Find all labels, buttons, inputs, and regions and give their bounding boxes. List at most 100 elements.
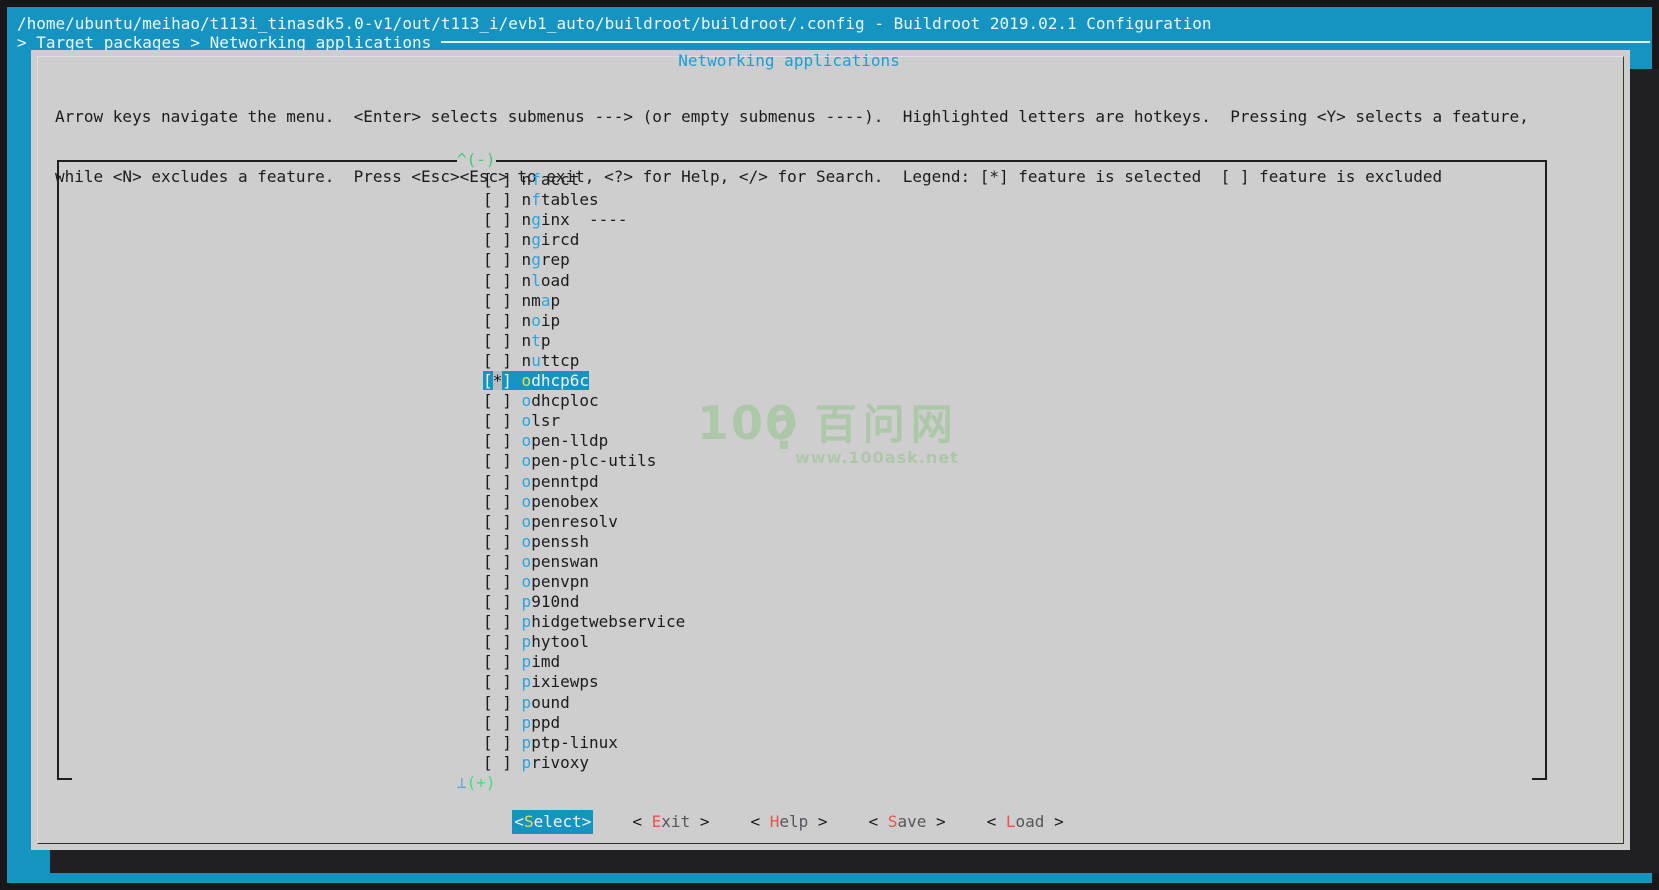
item-hotkey: f [531,190,541,209]
button-hotkey: L [1006,812,1016,831]
checkbox: [ ] [483,552,512,571]
item-label: nuttcp [522,351,580,370]
item-hotkey: p [522,612,532,631]
networking-applications-dialog: Networking applications Arrow keys navig… [31,50,1630,850]
item-hotkey: g [531,230,541,249]
menu-item-open-plc-utils[interactable]: [ ] open-plc-utils [457,451,685,471]
item-hotkey: p [522,693,532,712]
checkbox: [ ] [483,311,512,330]
menu-rows: ^(-)[ ] nfacct[ ] nftables[ ] nginx ----… [457,150,685,793]
help-button[interactable]: < Help > [748,810,829,834]
item-hotkey: g [531,250,541,269]
item-label: p910nd [522,592,580,611]
item-hotkey: u [531,351,541,370]
checkbox: [ ] [483,672,512,691]
menuconfig-screen: /home/ubuntu/meihao/t113i_tinasdk5.0-v1/… [0,0,1659,890]
checkbox: [ ] [483,210,512,229]
menu-item-p910nd[interactable]: [ ] p910nd [457,592,685,612]
item-label: nfacct [522,170,580,189]
item-hotkey: o [522,411,532,430]
item-label: odhcp6c [522,371,589,390]
menu-item-openssh[interactable]: [ ] openssh [457,532,685,552]
item-label: pptp-linux [522,733,618,752]
item-hotkey: t [531,331,541,350]
checkbox: [ ] [483,271,512,290]
item-hotkey: o [522,552,532,571]
select-button[interactable]: <Select> [512,810,593,834]
checkbox: [ ] [483,512,512,531]
menu-list-box [57,160,1547,780]
item-label: open-lldp [522,431,609,450]
item-label: ngrep [522,250,570,269]
menu-item-openobex[interactable]: [ ] openobex [457,492,685,512]
item-hotkey: p [522,713,532,732]
menu-item-pppd[interactable]: [ ] pppd [457,713,685,733]
menu-item-nuttcp[interactable]: [ ] nuttcp [457,351,685,371]
item-label: pound [522,693,570,712]
menu-item-open-lldp[interactable]: [ ] open-lldp [457,431,685,451]
scroll-down-indicator-icon: ⊥ [457,773,467,792]
item-label: openntpd [522,472,599,491]
item-label: openssh [522,532,589,551]
menu-item-nftables[interactable]: [ ] nftables [457,190,685,210]
menu-item-odhcp6c[interactable]: [*] odhcp6c [457,371,685,391]
item-label: nload [522,271,570,290]
watermark-url: www.100ask.net [697,448,959,467]
menu-item-openvpn[interactable]: [ ] openvpn [457,572,685,592]
menu-item-nmap[interactable]: [ ] nmap [457,291,685,311]
item-hotkey: o [522,512,532,531]
checkbox: [ ] [483,652,512,671]
watermark-name: 百问网 [815,400,959,449]
menu-item-openntpd[interactable]: [ ] openntpd [457,472,685,492]
item-hotkey: o [522,572,532,591]
exit-button[interactable]: < Exit > [630,810,711,834]
checkbox: [ ] [483,612,512,631]
menu-item-ngircd[interactable]: [ ] ngircd [457,230,685,250]
item-label: pimd [522,652,561,671]
menu-item-noip[interactable]: [ ] noip [457,311,685,331]
button-hotkey: S [524,812,534,831]
checkbox: [ ] [483,532,512,551]
item-label: nmap [522,291,561,310]
menu-item-pixiewps[interactable]: [ ] pixiewps [457,672,685,692]
menu-item-phidgetwebservice[interactable]: [ ] phidgetwebservice [457,612,685,632]
item-label: pixiewps [522,672,599,691]
menu-item-nload[interactable]: [ ] nload [457,271,685,291]
item-hotkey: o [522,371,532,390]
selected-row-highlight: [*] odhcp6c [483,371,589,390]
checkbox: [ ] [483,250,512,269]
menu-item-pound[interactable]: [ ] pound [457,693,685,713]
item-label: odhcploc [522,391,599,410]
item-label: open-plc-utils [522,451,657,470]
item-label: openswan [522,552,599,571]
menu-item-ngrep[interactable]: [ ] ngrep [457,250,685,270]
menu-item-pimd[interactable]: [ ] pimd [457,652,685,672]
watermark: 100?百问网 www.100ask.net [697,400,959,467]
menu-item-openresolv[interactable]: [ ] openresolv [457,512,685,532]
item-label: olsr [522,411,561,430]
load-button[interactable]: < Load > [985,810,1066,834]
menu-item-nginx[interactable]: [ ] nginx ---- [457,210,685,230]
scroll-up-indicator: ^(-) [457,150,685,170]
menu-item-nfacct[interactable]: [ ] nfacct [457,170,685,190]
menu-item-privoxy[interactable]: [ ] privoxy [457,753,685,773]
checkbox: [ ] [483,170,512,189]
save-button[interactable]: < Save > [867,810,948,834]
item-label: openobex [522,492,599,511]
scroll-down-indicator: ⊥(+) [457,773,685,793]
menu-item-olsr[interactable]: [ ] olsr [457,411,685,431]
checkbox: [ ] [483,351,512,370]
item-hotkey: p [522,672,532,691]
menu-item-pptp-linux[interactable]: [ ] pptp-linux [457,733,685,753]
menu-item-ntp[interactable]: [ ] ntp [457,331,685,351]
instructions-line-1: Arrow keys navigate the menu. <Enter> se… [55,107,1529,127]
item-hotkey: o [531,311,541,330]
button-row: <Select> < Exit > < Help > < Save > < Load > [31,810,1547,834]
item-label: phidgetwebservice [522,612,686,631]
checkbox: [ ] [483,733,512,752]
menu-item-phytool[interactable]: [ ] phytool [457,632,685,652]
menu-item-odhcploc[interactable]: [ ] odhcploc [457,391,685,411]
checkbox: [ ] [483,632,512,651]
item-hotkey: a [541,291,551,310]
menu-item-openswan[interactable]: [ ] openswan [457,552,685,572]
